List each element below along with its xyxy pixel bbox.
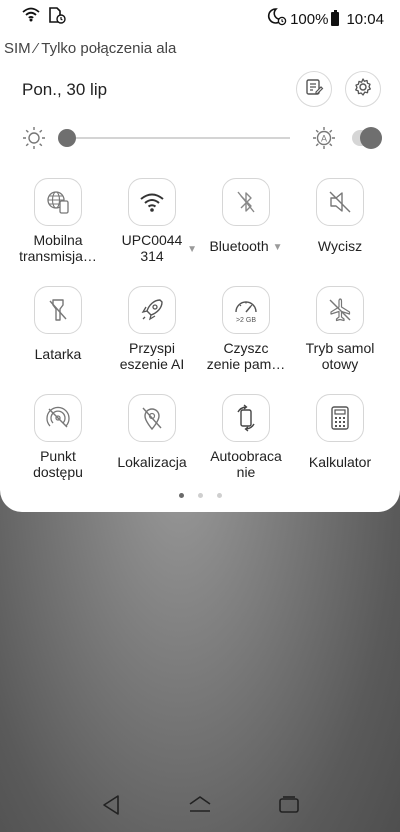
quick-tile-globe-phone[interactable]: Mobilna transmisja… bbox=[13, 178, 103, 264]
tile-label-line2: transmisja… bbox=[19, 248, 97, 264]
tile-label-line1: Wycisz bbox=[317, 238, 363, 254]
recents-icon[interactable] bbox=[278, 794, 300, 821]
quick-tile-memory-cleaner[interactable]: >2 GB Czyszc zenie pam… bbox=[201, 286, 291, 372]
battery-icon bbox=[331, 9, 340, 26]
quick-tile-auto-rotate[interactable]: Autoobraca nie bbox=[201, 394, 291, 480]
page-dot bbox=[178, 493, 184, 498]
hotspot-off-icon[interactable] bbox=[34, 394, 82, 442]
tile-label[interactable]: Autoobraca nie bbox=[201, 448, 291, 480]
tile-label-line2: eszenie AI bbox=[119, 356, 185, 372]
page-dot bbox=[197, 493, 203, 498]
mute-icon[interactable] bbox=[316, 178, 364, 226]
tile-label-line2: zenie pam… bbox=[206, 356, 286, 372]
dropdown-caret-icon[interactable]: ▼ bbox=[273, 240, 283, 256]
edit-icon bbox=[304, 77, 324, 102]
tile-label[interactable]: Lokalizacja bbox=[107, 454, 197, 470]
quick-tile-mute[interactable]: Wycisz bbox=[295, 178, 385, 254]
brightness-sun-icon bbox=[22, 126, 46, 155]
status-bar: 100% 10:04 bbox=[0, 0, 400, 34]
tile-label-line1: Przyspi bbox=[129, 340, 175, 356]
quick-tile-bluetooth-off[interactable]: Bluetooth ▼ bbox=[201, 178, 291, 256]
brightness-row: A bbox=[0, 122, 400, 154]
tile-label[interactable]: Czyszc zenie pam… bbox=[201, 340, 291, 372]
tile-label-line1: Kalkulator bbox=[308, 454, 372, 470]
tile-label[interactable]: Punkt dostępu bbox=[13, 448, 103, 480]
svg-text:>2 GB: >2 GB bbox=[236, 317, 256, 324]
tile-label[interactable]: Przyspi eszenie AI bbox=[107, 340, 197, 372]
tile-label-line2: 314 bbox=[140, 248, 164, 264]
clock: 10:04 bbox=[346, 10, 384, 28]
memory-cleaner-icon[interactable]: >2 GB bbox=[222, 286, 270, 334]
quick-tile-location-off[interactable]: Lokalizacja bbox=[107, 394, 197, 470]
quick-tile-flashlight-off[interactable]: Latarka bbox=[13, 286, 103, 362]
page-indicator bbox=[0, 493, 400, 498]
rocket-icon[interactable] bbox=[128, 286, 176, 334]
tile-label[interactable]: Bluetooth ▼ bbox=[201, 238, 291, 256]
tile-label-line1: Autoobraca bbox=[210, 448, 282, 464]
flashlight-off-icon[interactable] bbox=[34, 286, 82, 334]
tile-label-line1: UPC0044 bbox=[121, 232, 183, 248]
moon-alarm-icon bbox=[267, 8, 287, 30]
brightness-slider-thumb[interactable] bbox=[58, 129, 76, 147]
quick-tile-calculator[interactable]: Kalkulator bbox=[295, 394, 385, 470]
battery-percent: 100% bbox=[290, 10, 329, 28]
settings-button[interactable] bbox=[345, 71, 381, 107]
sim-alarm-icon bbox=[48, 6, 66, 28]
tile-label[interactable]: Mobilna transmisja… bbox=[13, 232, 103, 264]
quick-tile-hotspot-off[interactable]: Punkt dostępu bbox=[13, 394, 103, 480]
bluetooth-off-icon[interactable] bbox=[222, 178, 270, 226]
dropdown-caret-icon[interactable]: ▼ bbox=[187, 244, 197, 255]
airplane-off-icon[interactable] bbox=[316, 286, 364, 334]
date-label: Pon., 30 lip bbox=[22, 80, 108, 99]
auto-brightness-icon: A bbox=[312, 126, 336, 155]
tile-label[interactable]: Tryb samol otowy bbox=[295, 340, 385, 372]
tile-label[interactable]: Wycisz bbox=[295, 238, 385, 254]
svg-text:A: A bbox=[321, 134, 327, 144]
tile-label-line1: Czyszc bbox=[223, 340, 269, 356]
tile-label-line2: dostępu bbox=[33, 464, 83, 480]
wifi-icon[interactable] bbox=[128, 178, 176, 226]
wifi-status-icon bbox=[22, 6, 40, 28]
globe-phone-icon[interactable] bbox=[34, 178, 82, 226]
home-icon[interactable] bbox=[188, 794, 212, 821]
page-dot bbox=[216, 493, 222, 498]
quick-tile-wifi[interactable]: ▼ UPC0044 314 bbox=[107, 178, 197, 264]
settings-gear-icon bbox=[353, 77, 373, 102]
brightness-slider-track[interactable] bbox=[62, 137, 290, 139]
auto-rotate-icon[interactable] bbox=[222, 394, 270, 442]
location-off-icon[interactable] bbox=[128, 394, 176, 442]
tile-label-line1: Punkt bbox=[40, 448, 76, 464]
tile-label[interactable]: UPC0044 314 bbox=[107, 232, 197, 264]
tile-label-line1: Bluetooth bbox=[209, 238, 269, 254]
tile-label[interactable]: Latarka bbox=[13, 346, 103, 362]
tile-label-line2: nie bbox=[236, 464, 256, 480]
tile-label-line1: Lokalizacja bbox=[117, 454, 187, 470]
auto-brightness-toggle-knob[interactable] bbox=[360, 127, 382, 149]
tile-label-line1: Latarka bbox=[34, 346, 82, 362]
carrier-text: SIM ⁄ Tylko połączenia ala bbox=[4, 40, 177, 57]
tile-label-line2: otowy bbox=[321, 356, 359, 372]
tile-label-line1: Mobilna bbox=[33, 232, 83, 248]
edit-button[interactable] bbox=[296, 71, 332, 107]
tile-label-line1: Tryb samol bbox=[305, 340, 375, 356]
tile-label[interactable]: Kalkulator bbox=[295, 454, 385, 470]
quick-tile-airplane-off[interactable]: Tryb samol otowy bbox=[295, 286, 385, 372]
calculator-icon[interactable] bbox=[316, 394, 364, 442]
back-icon[interactable] bbox=[101, 794, 121, 821]
quick-tile-rocket[interactable]: Przyspi eszenie AI bbox=[107, 286, 197, 372]
navigation-bar bbox=[0, 780, 400, 832]
